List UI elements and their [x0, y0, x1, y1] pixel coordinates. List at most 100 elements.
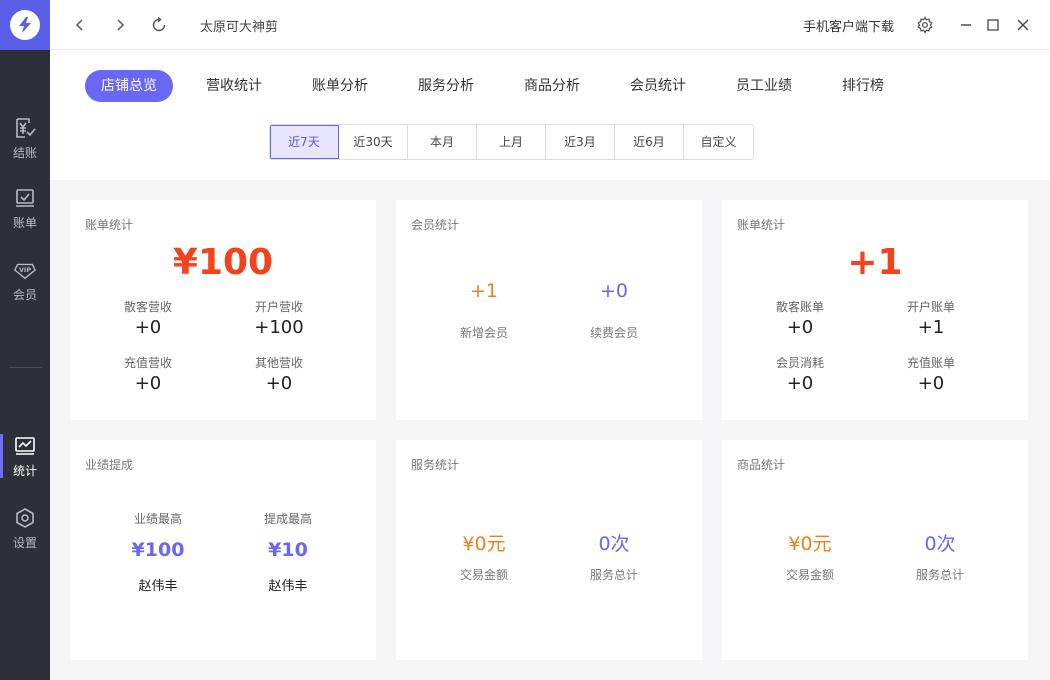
top-commission-label: 提成最高 — [263, 512, 312, 526]
yen-checkout-icon — [13, 116, 37, 140]
stat-value: +0 — [786, 317, 814, 338]
sidebar-item-label: 设置 — [12, 535, 37, 550]
stat-value: +0 — [134, 317, 162, 338]
stat-value: +100 — [254, 317, 304, 338]
top-commission-value: ¥10 — [268, 539, 308, 561]
product-count-stat: 0次 服务总计 — [875, 529, 1005, 583]
top-performance-label: 业绩最高 — [133, 512, 182, 526]
bill-icon — [13, 186, 37, 210]
card-title: 会员统计 — [411, 218, 460, 232]
card-title: 账单统计 — [85, 218, 134, 232]
renew-member-value: +0 — [599, 280, 628, 302]
bill-total: +1 — [847, 242, 903, 283]
service-count-label: 服务总计 — [589, 568, 638, 582]
svg-text:VIP: VIP — [19, 265, 31, 273]
tab-revenue[interactable]: 营收统计 — [206, 70, 262, 102]
card-title: 业绩提成 — [85, 458, 134, 472]
card-title: 商品统计 — [737, 458, 786, 472]
forward-button[interactable] — [108, 13, 132, 37]
service-amount-value: ¥0元 — [462, 533, 506, 555]
stat-label: 会员消耗 — [775, 356, 824, 370]
bill-card: 账单统计 +1 散客账单 +0 开户账单 +1 会员消耗 +0 充值账单 +0 — [722, 200, 1028, 420]
stat-cell: 充值账单 +0 — [866, 354, 996, 394]
service-card: 服务统计 ¥0元 交易金额 0次 服务总计 — [396, 440, 702, 660]
product-amount-stat: ¥0元 交易金额 — [745, 529, 875, 583]
top-performance-name: 赵伟丰 — [138, 579, 178, 594]
commission-card: 业绩提成 业绩最高 ¥100 赵伟丰 提成最高 ¥10 赵伟丰 — [70, 440, 376, 660]
stat-cell: 会员消耗 +0 — [735, 354, 865, 394]
sidebar-item-stats[interactable]: 统计 — [0, 428, 50, 484]
tab-member-stats[interactable]: 会员统计 — [630, 70, 686, 102]
mobile-download-link[interactable]: 手机客户端下载 — [803, 16, 894, 35]
stat-label: 散客营收 — [123, 300, 172, 314]
new-member-value: +1 — [469, 280, 498, 302]
close-button[interactable] — [1011, 13, 1035, 37]
sidebar-item-settings[interactable]: 设置 — [0, 500, 50, 556]
member-card: 会员统计 +1 新增会员 +0 续费会员 — [396, 200, 702, 420]
period-30-days[interactable]: 近30天 — [339, 125, 408, 159]
lightning-logo-icon — [10, 10, 40, 40]
period-6-months[interactable]: 近6月 — [615, 125, 684, 159]
settings-gear-button[interactable] — [913, 13, 937, 37]
sidebar-item-label: 会员 — [12, 287, 37, 302]
back-button[interactable] — [68, 13, 92, 37]
product-amount-label: 交易金额 — [785, 568, 834, 582]
period-last-month[interactable]: 上月 — [477, 125, 546, 159]
stat-label: 充值营收 — [123, 356, 172, 370]
sidebar-divider — [9, 367, 42, 368]
product-count-label: 服务总计 — [915, 568, 964, 582]
maximize-button[interactable] — [981, 13, 1005, 37]
stat-value: +0 — [134, 373, 162, 394]
stat-label: 开户账单 — [906, 300, 955, 314]
service-amount-stat: ¥0元 交易金额 — [419, 529, 549, 583]
period-7-days[interactable]: 近7天 — [270, 125, 339, 159]
top-performance-value: ¥100 — [131, 539, 185, 561]
maximize-icon — [987, 19, 999, 31]
stat-label: 充值账单 — [906, 356, 955, 370]
tab-service-analysis[interactable]: 服务分析 — [418, 70, 474, 102]
refresh-icon — [152, 16, 166, 32]
sidebar-item-label: 结账 — [12, 145, 37, 160]
stat-label: 其他营收 — [254, 356, 303, 370]
period-this-month[interactable]: 本月 — [408, 125, 477, 159]
stat-cell: 开户账单 +1 — [866, 298, 996, 338]
stat-value: +0 — [917, 373, 945, 394]
sidebar-item-label: 账单 — [12, 215, 37, 230]
stats-header: 店铺总览 营收统计 账单分析 服务分析 商品分析 会员统计 员工业绩 排行榜 近… — [50, 50, 1050, 180]
gear-icon — [917, 16, 933, 34]
chevron-right-icon — [117, 19, 125, 31]
period-selector: 近7天 近30天 本月 上月 近3月 近6月 自定义 — [269, 124, 754, 160]
tab-ranking[interactable]: 排行榜 — [842, 70, 884, 102]
new-member-label: 新增会员 — [459, 326, 508, 340]
close-icon — [1017, 19, 1029, 31]
revenue-card: 账单统计 ¥100 散客营收 +0 开户营收 +100 充值营收 +0 其他营收… — [70, 200, 376, 420]
new-member-stat: +1 新增会员 — [419, 280, 549, 341]
sidebar-item-member[interactable]: VIP 会员 — [0, 252, 50, 308]
stat-label: 散客账单 — [775, 300, 824, 314]
minimize-button[interactable] — [954, 13, 978, 37]
stat-cell: 开户营收 +100 — [214, 298, 344, 338]
renew-member-stat: +0 续费会员 — [549, 280, 679, 341]
tab-product-analysis[interactable]: 商品分析 — [524, 70, 580, 102]
period-3-months[interactable]: 近3月 — [546, 125, 615, 159]
tab-store-overview[interactable]: 店铺总览 — [85, 70, 173, 102]
stat-value: +1 — [917, 317, 945, 338]
sidebar-item-checkout[interactable]: 结账 — [0, 110, 50, 166]
sidebar: 结账 账单 VIP 会员 统计 设置 — [0, 0, 50, 680]
product-card: 商品统计 ¥0元 交易金额 0次 服务总计 — [722, 440, 1028, 660]
stat-cell: 散客营收 +0 — [83, 298, 213, 338]
tab-staff-performance[interactable]: 员工业绩 — [736, 70, 792, 102]
top-commission-name: 赵伟丰 — [268, 579, 308, 594]
stat-cell: 充值营收 +0 — [83, 354, 213, 394]
chevron-left-icon — [75, 19, 83, 31]
card-title: 账单统计 — [737, 218, 786, 232]
period-custom[interactable]: 自定义 — [684, 125, 753, 159]
tab-bill-analysis[interactable]: 账单分析 — [312, 70, 368, 102]
stat-cell: 散客账单 +0 — [735, 298, 865, 338]
refresh-button[interactable] — [147, 13, 171, 37]
renew-member-label: 续费会员 — [589, 326, 638, 340]
top-commission-stat: 提成最高 ¥10 赵伟丰 — [223, 510, 353, 594]
product-count-value: 0次 — [924, 533, 956, 555]
app-logo — [0, 0, 50, 50]
sidebar-item-bill[interactable]: 账单 — [0, 180, 50, 236]
